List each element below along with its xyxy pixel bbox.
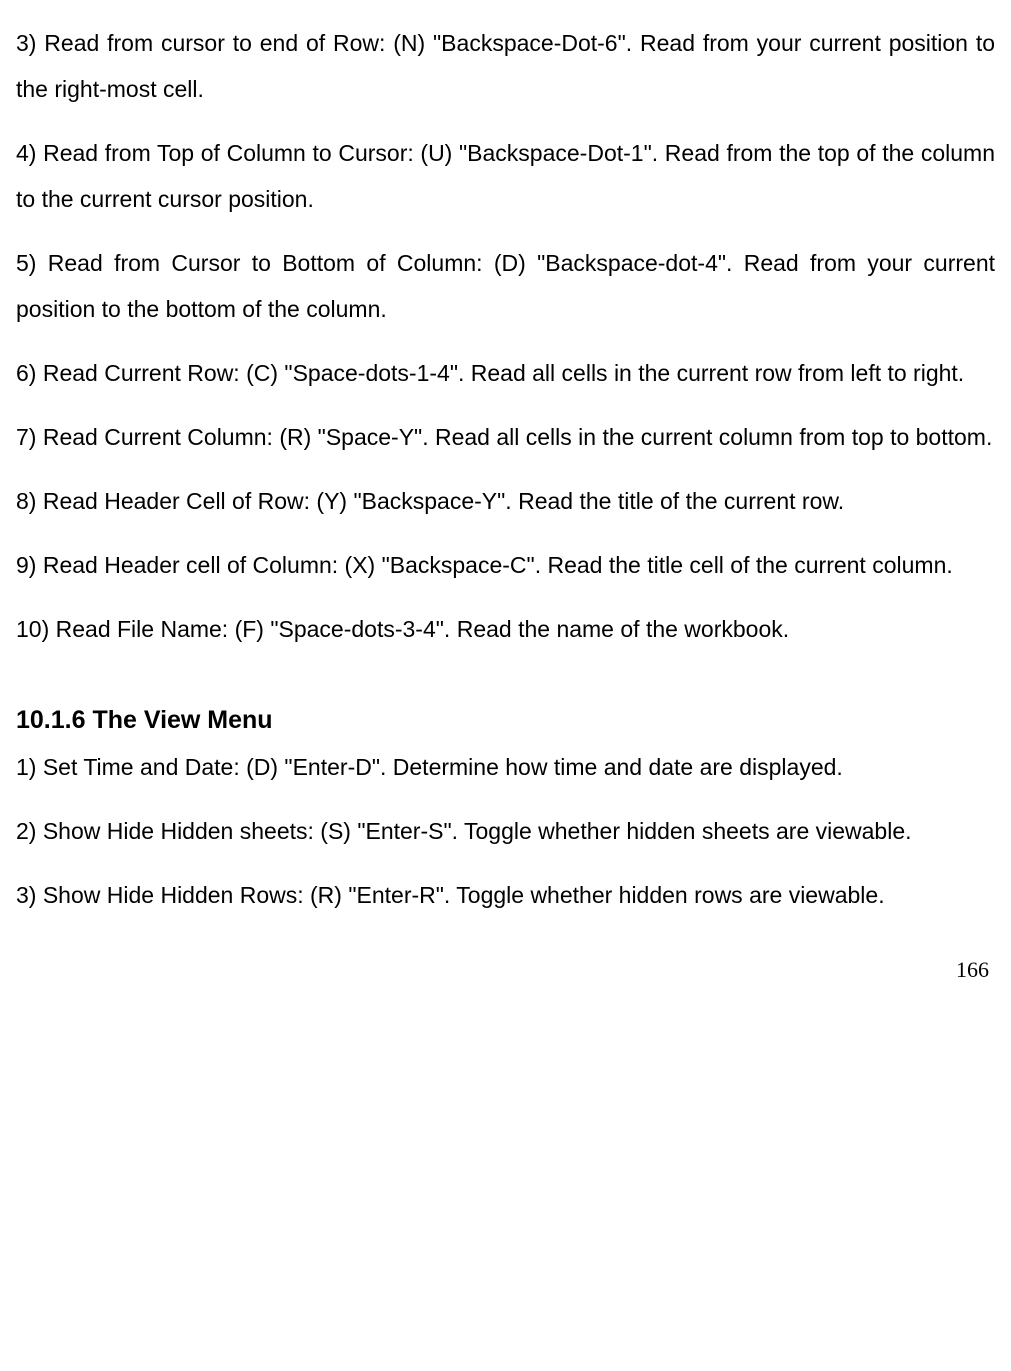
list-item: 5) Read from Cursor to Bottom of Column:… (16, 240, 995, 332)
section-heading: 10.1.6 The View Menu (16, 702, 995, 740)
list-item: 6) Read Current Row: (C) "Space-dots-1-4… (16, 350, 995, 396)
page-number: 166 (16, 948, 995, 992)
list-item: 7) Read Current Column: (R) "Space-Y". R… (16, 414, 995, 460)
list-item: 4) Read from Top of Column to Cursor: (U… (16, 130, 995, 222)
list-item: 2) Show Hide Hidden sheets: (S) "Enter-S… (16, 808, 995, 854)
list-item: 8) Read Header Cell of Row: (Y) "Backspa… (16, 478, 995, 524)
list-item: 10) Read File Name: (F) "Space-dots-3-4"… (16, 606, 995, 652)
list-item: 3) Read from cursor to end of Row: (N) "… (16, 20, 995, 112)
list-item: 1) Set Time and Date: (D) "Enter-D". Det… (16, 744, 995, 790)
list-item: 9) Read Header cell of Column: (X) "Back… (16, 542, 995, 588)
list-item: 3) Show Hide Hidden Rows: (R) "Enter-R".… (16, 872, 995, 918)
